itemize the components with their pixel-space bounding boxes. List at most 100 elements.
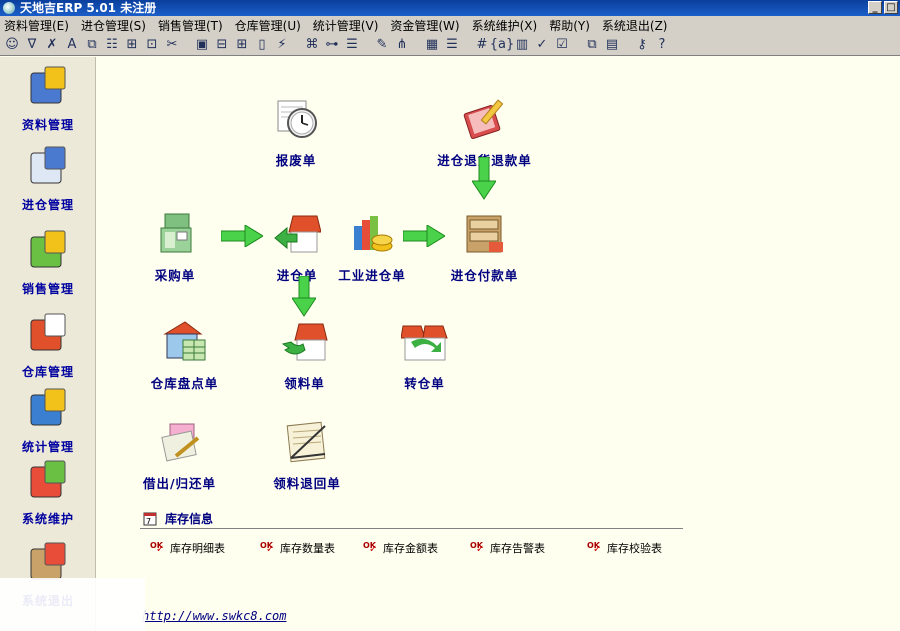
menu-item[interactable]: 资金管理(W) bbox=[390, 17, 459, 34]
menu-item[interactable]: 帮助(Y) bbox=[549, 17, 590, 34]
cabinet-payment-icon bbox=[466, 215, 503, 253]
bus-icon[interactable]: ▣ bbox=[192, 36, 212, 54]
report-link[interactable]: OK ✓ 库存数量表 bbox=[260, 540, 335, 556]
toolbar: ☺ ∇ ✗ A ⧉ ☷ ⊞ ⊡ ✂ ▣ ⊟ ⊞ ▯ ⚡ ⌘ ⊶ ☰ ✎ ⋔ ▦ ☰ # {a} ▥ ✓ ☑ ⧉ ▤ ⚷? bbox=[0, 34, 900, 56]
page-icon[interactable]: ▯ bbox=[252, 36, 272, 54]
node-industrial-inbound[interactable]: 工业进仓单 bbox=[327, 212, 417, 284]
menu-item[interactable]: 系统维护(X) bbox=[472, 17, 538, 34]
svg-text:7: 7 bbox=[146, 517, 151, 526]
person-form-icon bbox=[30, 146, 66, 184]
node-stocktake[interactable]: 仓库盘点单 bbox=[142, 320, 227, 392]
sidebar-item-label: 销售管理 bbox=[21, 282, 74, 296]
ok-check-icon: OK ✓ bbox=[363, 541, 378, 555]
menu-item[interactable]: 系统退出(Z) bbox=[602, 17, 668, 34]
book-edit-icon bbox=[30, 66, 66, 104]
node-requisition[interactable]: 领料单 bbox=[262, 320, 347, 392]
ok-check-icon: OK ✓ bbox=[587, 541, 602, 555]
menu-item[interactable]: 进仓管理(S) bbox=[81, 17, 146, 34]
menu-item[interactable]: 资料管理(E) bbox=[4, 17, 69, 34]
node-scrap[interactable]: 报废单 bbox=[251, 97, 341, 169]
inventory-section-header: 7 库存信息 bbox=[143, 510, 213, 527]
node-inbound[interactable]: 进仓单 bbox=[257, 212, 337, 284]
menu-item[interactable]: 销售管理(T) bbox=[158, 17, 223, 34]
font-icon[interactable]: A bbox=[62, 36, 82, 54]
smile-icon[interactable]: ☺ bbox=[2, 36, 22, 54]
hierarchy-icon[interactable]: ⊶ bbox=[322, 36, 342, 54]
sidebar-item-label: 系统维护 bbox=[21, 512, 74, 526]
notes-icon[interactable]: ▤ bbox=[602, 36, 622, 54]
sidebar-item[interactable]: 进仓管理 bbox=[6, 145, 90, 213]
report-label: 库存告警表 bbox=[490, 542, 545, 555]
sidebar-item[interactable]: 系统维护 bbox=[6, 459, 90, 527]
section-divider bbox=[140, 528, 683, 529]
sidebar-item-label: 仓库管理 bbox=[21, 365, 74, 379]
node-label: 进仓付款单 bbox=[450, 268, 519, 283]
ok-check-icon: OK ✓ bbox=[150, 541, 165, 555]
sidebar-item-label: 进仓管理 bbox=[21, 198, 74, 212]
crop-icon[interactable]: ⊡ bbox=[142, 36, 162, 54]
house-sheet-icon bbox=[162, 321, 205, 361]
sidebar-item[interactable]: 资料管理 bbox=[6, 65, 90, 133]
clock-calendar-icon bbox=[277, 100, 317, 138]
node-label: 领料单 bbox=[284, 376, 325, 391]
sort-icon[interactable]: ∇ bbox=[22, 36, 42, 54]
tree-icon[interactable]: ⊞ bbox=[232, 36, 252, 54]
window-title: 天地吉ERP 5.01 未注册 bbox=[20, 1, 157, 15]
footer-url[interactable]: http://www.swkc8.com bbox=[142, 609, 287, 623]
sidebar-item[interactable]: 仓库管理 bbox=[6, 312, 90, 380]
menu-item[interactable]: 仓库管理(U) bbox=[235, 17, 301, 34]
report-icon[interactable]: ▦ bbox=[422, 36, 442, 54]
checkbox-icon[interactable]: ☑ bbox=[552, 36, 572, 54]
variable-icon[interactable]: {a} bbox=[490, 36, 515, 54]
key-icon[interactable]: ⚷ bbox=[632, 36, 652, 54]
delete-table-icon[interactable]: ✗ bbox=[42, 36, 62, 54]
copy-pages-icon[interactable]: ⧉ bbox=[582, 36, 602, 54]
sidebar-item[interactable]: 统计管理 bbox=[6, 387, 90, 455]
sidebar: 资料管理进仓管理销售管理仓库管理统计管理系统维护系统退出 bbox=[0, 57, 96, 631]
sidebar-item[interactable]: 销售管理 bbox=[6, 229, 90, 297]
lightning-icon[interactable]: ⚡ bbox=[272, 36, 292, 54]
book-pen-icon bbox=[463, 99, 503, 139]
node-label: 领料退回单 bbox=[273, 476, 341, 491]
calendar-icon: 7 bbox=[143, 512, 157, 526]
bar-chart-icon[interactable]: ▥ bbox=[512, 36, 532, 54]
node-transfer[interactable]: 转仓单 bbox=[382, 320, 467, 392]
list-icon[interactable]: ☷ bbox=[102, 36, 122, 54]
inventory-reports: OK ✓ 库存明细表 OK ✓ 库存数量表 OK ✓ 库存金额表 OK ✓ 库存告警表 OK ✓ 库存校验表 bbox=[150, 540, 690, 556]
node-purchase[interactable]: 采购单 bbox=[135, 212, 215, 284]
house-inbound-icon bbox=[274, 215, 322, 253]
ok-check-icon: OK ✓ bbox=[260, 541, 275, 555]
warehouse-house-icon bbox=[30, 313, 66, 351]
filter-icon[interactable]: ⊞ bbox=[122, 36, 142, 54]
help-icon[interactable]: ? bbox=[652, 36, 672, 54]
menu-item[interactable]: 统计管理(V) bbox=[313, 17, 379, 34]
network-icon[interactable]: ⌘ bbox=[302, 36, 322, 54]
node-lend-return[interactable]: 借出/归还单 bbox=[127, 420, 232, 492]
report-link[interactable]: OK ✓ 库存明细表 bbox=[150, 540, 225, 556]
arrow-right-purchase bbox=[221, 225, 263, 247]
bar-chart-coins-icon bbox=[354, 216, 393, 252]
chart-edit-icon[interactable]: ✎ bbox=[372, 36, 392, 54]
check-edit-icon[interactable]: ✓ bbox=[532, 36, 552, 54]
report-link[interactable]: OK ✓ 库存金额表 bbox=[363, 540, 438, 556]
grid-icon[interactable]: ⊟ bbox=[212, 36, 232, 54]
node-requisition-return[interactable]: 领料退回单 bbox=[257, 420, 357, 492]
sidebar-item-label: 统计管理 bbox=[21, 440, 74, 454]
report-link[interactable]: OK ✓ 库存告警表 bbox=[470, 540, 545, 556]
ruler-sheet-icon bbox=[286, 421, 326, 463]
inventory-title: 库存信息 bbox=[165, 512, 214, 526]
maximize-button[interactable]: □ bbox=[884, 1, 898, 14]
node-inbound-payment[interactable]: 进仓付款单 bbox=[437, 212, 532, 284]
note-pen-icon bbox=[160, 423, 199, 462]
tools-icon[interactable]: ✂ bbox=[162, 36, 182, 54]
server-icon[interactable]: ☰ bbox=[342, 36, 362, 54]
minimize-button[interactable]: _ bbox=[868, 1, 882, 14]
report-link[interactable]: OK ✓ 库存校验表 bbox=[587, 540, 662, 556]
house-transfer-icon bbox=[399, 325, 448, 361]
house-outbound-icon bbox=[281, 323, 328, 361]
org-chart-icon[interactable]: ⋔ bbox=[392, 36, 412, 54]
report-label: 库存明细表 bbox=[170, 542, 225, 555]
cash-register-icon bbox=[160, 213, 192, 253]
copy-icon[interactable]: ⧉ bbox=[82, 36, 102, 54]
document-icon[interactable]: ☰ bbox=[442, 36, 462, 54]
